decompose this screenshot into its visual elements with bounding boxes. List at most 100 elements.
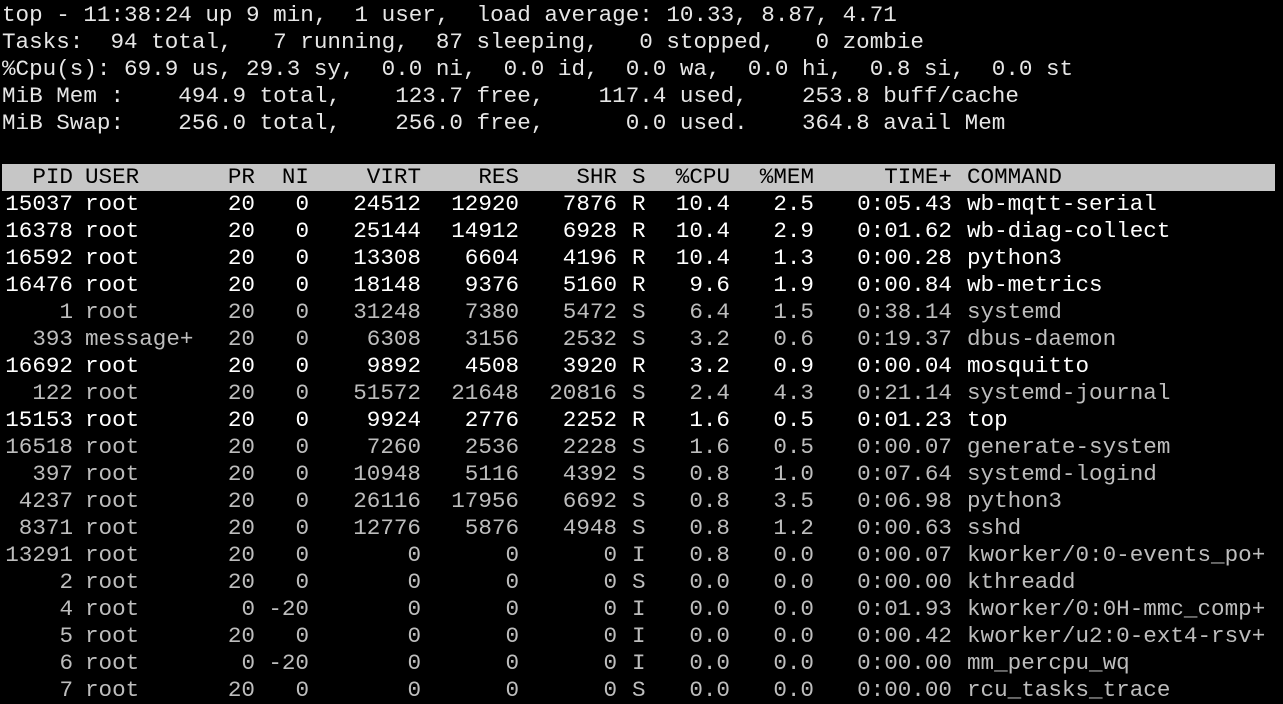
process-command: dbus-daemon	[967, 326, 1117, 352]
process-row[interactable]: 16592 root 20 0 13308 6604 4196 R 10.4 1.3 0:00.28…	[2, 245, 1275, 272]
process-mem: 2.9	[773, 218, 814, 244]
process-state: S	[632, 677, 646, 703]
process-row[interactable]: 8371 root 20 0 12776 5876 4948 S 0.8 1.2 0:00.63 ss…	[2, 515, 1275, 542]
column-header-state: S	[632, 164, 646, 190]
process-row[interactable]: 7 root 20 0 0 0 0 S 0.0 0.0 0:00.00 rcu_tasks_trace	[2, 677, 1275, 704]
process-virt: 18148	[353, 272, 421, 298]
process-time: 0:00.42	[857, 623, 952, 649]
column-header-cpu: %CPU	[675, 164, 730, 190]
process-cpu: 0.8	[689, 542, 730, 568]
process-time: 0:01.93	[857, 596, 952, 622]
process-nice: -20	[268, 596, 309, 622]
process-pid: 16692	[5, 353, 73, 379]
process-time: 0:38.14	[857, 299, 952, 325]
column-header-pid: PID	[32, 164, 73, 190]
process-shr: 2228	[562, 434, 617, 460]
process-state: R	[632, 245, 646, 271]
process-user: root	[85, 218, 140, 244]
process-shr: 7876	[562, 191, 617, 217]
column-header-user: USER	[85, 164, 140, 190]
terminal-window[interactable]: top - 11:38:24 up 9 min, 1 user, load av…	[0, 0, 1283, 704]
process-cpu: 0.0	[689, 677, 730, 703]
process-shr: 4196	[562, 245, 617, 271]
process-user: root	[85, 596, 140, 622]
process-command: mosquitto	[967, 353, 1090, 379]
process-cpu: 0.0	[689, 569, 730, 595]
process-state: I	[632, 596, 646, 622]
process-user: root	[85, 461, 140, 487]
process-row[interactable]: 13291 root 20 0 0 0 0 I 0.8 0.0 0:00.07 kworker/0:0…	[2, 542, 1275, 569]
process-virt: 0	[407, 677, 421, 703]
process-state: S	[632, 569, 646, 595]
process-row[interactable]: 4 root 0 -20 0 0 0 I 0.0 0.0 0:01.93 kworker/0:0H-m…	[2, 596, 1275, 623]
process-state: S	[632, 326, 646, 352]
process-virt: 0	[407, 569, 421, 595]
process-pid: 16592	[5, 245, 73, 271]
process-mem: 2.5	[773, 191, 814, 217]
process-cpu: 1.6	[689, 434, 730, 460]
process-row[interactable]: 15037 root 20 0 24512 12920 7876 R 10.4 2.5 0:05.4…	[2, 191, 1275, 218]
process-command: kworker/0:0-events_po+	[967, 542, 1266, 568]
process-row[interactable]: 2 root 20 0 0 0 0 S 0.0 0.0 0:00.00 kthreadd	[2, 569, 1275, 596]
process-shr: 6928	[562, 218, 617, 244]
process-priority: 20	[227, 623, 255, 649]
process-user: root	[85, 515, 140, 541]
process-row[interactable]: 397 root 20 0 10948 5116 4392 S 0.8 1.0 0:07.64 sys…	[2, 461, 1275, 488]
process-time: 0:21.14	[857, 380, 952, 406]
process-state: I	[632, 623, 646, 649]
process-state: I	[632, 542, 646, 568]
process-user: root	[85, 353, 140, 379]
process-cpu: 0.0	[689, 650, 730, 676]
process-nice: 0	[295, 326, 309, 352]
process-user: root	[85, 407, 140, 433]
process-shr: 0	[603, 596, 617, 622]
process-nice: 0	[295, 353, 309, 379]
column-header-pr: PR	[227, 164, 255, 190]
process-mem: 0.0	[773, 569, 814, 595]
process-nice: 0	[295, 515, 309, 541]
process-pid: 16518	[5, 434, 73, 460]
process-virt: 9924	[366, 407, 421, 433]
process-table-header: PID USER PR NI VIRT RES SHR S %CPU %MEM …	[2, 164, 1275, 191]
process-res: 0	[505, 569, 519, 595]
process-priority: 20	[227, 434, 255, 460]
process-nice: 0	[295, 677, 309, 703]
process-nice: 0	[295, 461, 309, 487]
process-user: root	[85, 569, 140, 595]
process-shr: 5472	[562, 299, 617, 325]
process-time: 0:05.43	[857, 191, 952, 217]
process-virt: 0	[407, 650, 421, 676]
process-command: generate-system	[967, 434, 1171, 460]
process-row[interactable]: 16518 root 20 0 7260 2536 2228 S 1.6 0.5 0:00.07 ge…	[2, 434, 1275, 461]
process-priority: 20	[227, 380, 255, 406]
process-row[interactable]: 16476 root 20 0 18148 9376 5160 R 9.6 1.9 0:00.84 w…	[2, 272, 1275, 299]
process-row[interactable]: 16692 root 20 0 9892 4508 3920 R 3.2 0.9 0:00.04 mo…	[2, 353, 1275, 380]
process-row[interactable]: 393 message+ 20 0 6308 3156 2532 S 3.2 0.6 0:19.37…	[2, 326, 1275, 353]
process-priority: 20	[227, 488, 255, 514]
process-res: 6604	[464, 245, 519, 271]
process-mem: 0.5	[773, 407, 814, 433]
process-row[interactable]: 122 root 20 0 51572 21648 20816 S 2.4 4.3 0:21.14 s…	[2, 380, 1275, 407]
process-state: R	[632, 218, 646, 244]
process-res: 14912	[451, 218, 519, 244]
process-user: root	[85, 434, 140, 460]
process-time: 0:00.00	[857, 650, 952, 676]
process-user: root	[85, 542, 140, 568]
process-time: 0:01.23	[857, 407, 952, 433]
process-shr: 6692	[562, 488, 617, 514]
process-res: 0	[505, 650, 519, 676]
process-time: 0:19.37	[857, 326, 952, 352]
process-state: S	[632, 380, 646, 406]
process-virt: 25144	[353, 218, 421, 244]
process-row[interactable]: 4237 root 20 0 26116 17956 6692 S 0.8 3.5 0:06.98 p…	[2, 488, 1275, 515]
process-row[interactable]: 6 root 0 -20 0 0 0 I 0.0 0.0 0:00.00 mm_percpu_wq	[2, 650, 1275, 677]
process-time: 0:00.28	[857, 245, 952, 271]
process-row[interactable]: 1 root 20 0 31248 7380 5472 S 6.4 1.5 0:38.14 syste…	[2, 299, 1275, 326]
process-mem: 3.5	[773, 488, 814, 514]
process-row[interactable]: 15153 root 20 0 9924 2776 2252 R 1.6 0.5 0:01.23 to…	[2, 407, 1275, 434]
process-time: 0:01.62	[857, 218, 952, 244]
process-row[interactable]: 16378 root 20 0 25144 14912 6928 R 10.4 2.9 0:01.6…	[2, 218, 1275, 245]
process-row[interactable]: 5 root 20 0 0 0 0 I 0.0 0.0 0:00.42 kworker/u2:0-ex…	[2, 623, 1275, 650]
process-nice: 0	[295, 272, 309, 298]
process-res: 17956	[451, 488, 519, 514]
